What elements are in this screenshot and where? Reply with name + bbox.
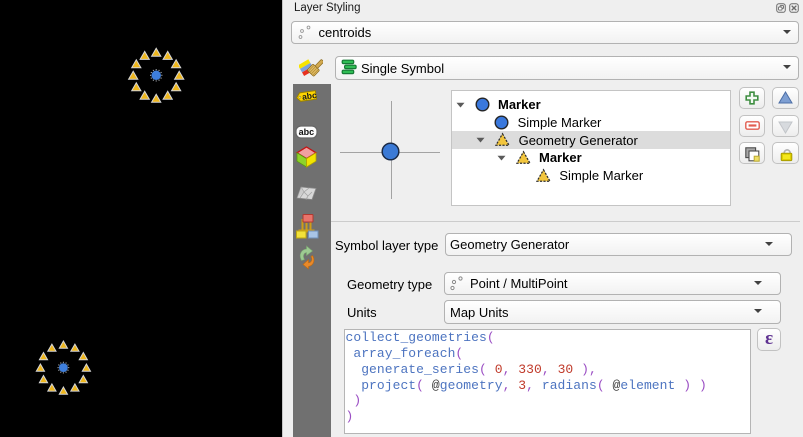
svg-text:abc: abc [299, 127, 315, 137]
svg-text:abc: abc [301, 90, 317, 102]
